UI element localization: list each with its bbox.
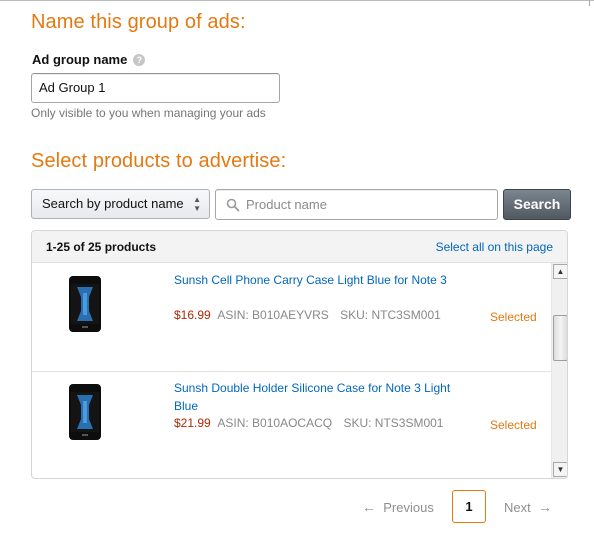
next-label: Next (504, 500, 531, 515)
product-meta: $21.99 ASIN: B010AOCACQ SKU: NTS3SM001 (174, 416, 443, 430)
ad-group-name-label: Ad group name ? (32, 52, 146, 67)
search-button[interactable]: Search (503, 189, 571, 220)
previous-label: Previous (383, 500, 434, 515)
scroll-up-icon[interactable]: ▲ (553, 264, 567, 279)
name-group-heading: Name this group of ads: (31, 11, 246, 33)
results-scrollbar[interactable]: ▲ ▼ (551, 263, 567, 478)
product-search-input[interactable]: Product name (215, 189, 498, 220)
top-border-corner (589, 0, 591, 6)
ad-group-name-input[interactable]: Ad Group 1 (31, 73, 280, 103)
page-1-button[interactable]: 1 (452, 490, 486, 523)
product-row[interactable]: Sunsh Double Holder Silicone Case for No… (32, 371, 551, 478)
search-mode-select[interactable]: Search by product name ▲ ▼ (31, 189, 210, 219)
product-meta: $16.99 ASIN: B010AEYVRS SKU: NTC3SM001 (174, 308, 441, 322)
ad-group-name-hint: Only visible to you when managing your a… (31, 106, 266, 120)
select-products-heading: Select products to advertise: (31, 150, 287, 172)
product-title-link[interactable]: Sunsh Cell Phone Carry Case Light Blue f… (174, 271, 464, 289)
product-search-placeholder: Product name (246, 197, 327, 212)
search-mode-value: Search by product name (42, 196, 184, 211)
results-panel: 1-25 of 25 products Select all on this p… (31, 230, 568, 479)
arrow-left-icon: ← (362, 499, 376, 515)
selected-status: Selected (490, 310, 537, 324)
product-sku: SKU: NTC3SM001 (340, 308, 441, 322)
results-header: 1-25 of 25 products Select all on this p… (32, 231, 567, 263)
select-arrows-icon: ▲ ▼ (193, 195, 201, 213)
product-sku: SKU: NTS3SM001 (343, 416, 444, 430)
arrow-right-icon: → (537, 499, 552, 515)
scroll-down-icon[interactable]: ▼ (553, 462, 567, 477)
select-all-link[interactable]: Select all on this page (436, 240, 553, 254)
scroll-thumb[interactable] (553, 315, 567, 361)
next-page-button[interactable]: Next → (504, 499, 552, 515)
product-asin: ASIN: B010AEYVRS (217, 308, 329, 322)
product-asin: ASIN: B010AOCACQ (217, 416, 333, 430)
results-count: 1-25 of 25 products (46, 240, 157, 254)
ad-group-name-label-text: Ad group name (32, 52, 128, 67)
product-price: $16.99 (174, 308, 211, 322)
search-icon (226, 198, 240, 212)
product-thumbnail (69, 276, 101, 332)
product-thumbnail (69, 384, 101, 440)
product-title-link[interactable]: Sunsh Double Holder Silicone Case for No… (174, 379, 464, 415)
previous-page-button[interactable]: ← Previous (362, 499, 434, 515)
selected-status: Selected (490, 418, 537, 432)
product-row[interactable]: Sunsh Cell Phone Carry Case Light Blue f… (32, 263, 551, 371)
product-price: $21.99 (174, 416, 211, 430)
top-border (0, 0, 594, 2)
help-icon[interactable]: ? (133, 53, 146, 66)
